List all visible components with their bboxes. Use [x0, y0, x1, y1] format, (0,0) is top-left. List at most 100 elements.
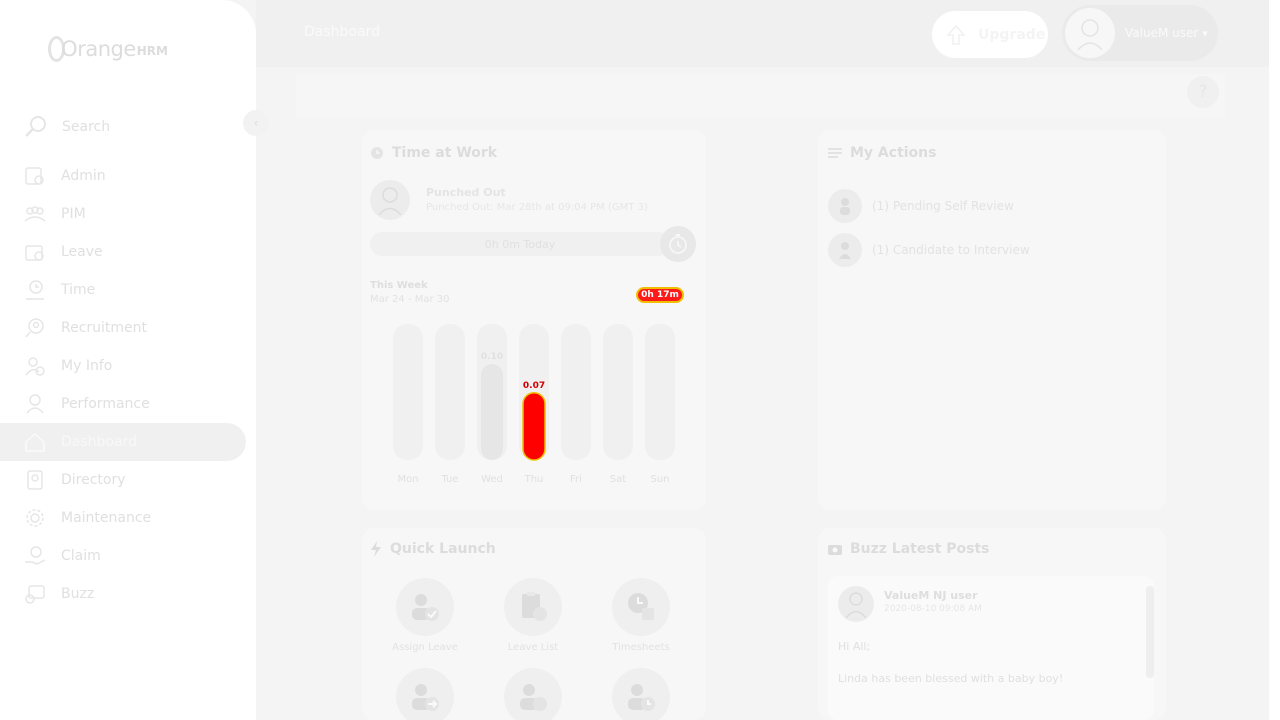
user-dropdown[interactable]: ValueM user ▾	[1062, 5, 1218, 61]
my-actions-title: My Actions	[828, 145, 936, 161]
chart-data-label: 0.10	[481, 352, 503, 362]
user-name: ValueM user	[1125, 26, 1199, 40]
quick-launch-label: Leave List	[507, 642, 559, 653]
page-gutter	[1269, 0, 1280, 720]
chart-tick-label: Wed	[481, 474, 503, 485]
quick-launch-timesheets[interactable]: Timesheets	[591, 578, 691, 653]
sidebar-item-label: Buzz	[61, 586, 95, 602]
action-label: (1) Candidate to Interview	[872, 243, 1030, 257]
sidebar-item-label: PIM	[61, 206, 86, 222]
assign-leave-icon	[396, 578, 454, 636]
chart-track	[435, 324, 465, 460]
sidebar-item-label: Leave	[61, 244, 103, 260]
chart-track	[645, 324, 675, 460]
chart-track	[561, 324, 591, 460]
chart-tick-label: Sun	[650, 474, 669, 485]
sidebar-item-pim[interactable]: PIM	[0, 195, 256, 233]
action-pending-self-review[interactable]: (1) Pending Self Review	[828, 189, 1014, 223]
sidebar-item-leave[interactable]: Leave	[0, 233, 256, 271]
chevron-left-icon: ‹	[253, 116, 259, 130]
my-timesheet-icon	[612, 668, 670, 720]
quick-launch-leave-list[interactable]: Leave List	[483, 578, 583, 653]
upgrade-button[interactable]: Upgrade	[932, 11, 1048, 58]
lightning-icon	[370, 541, 382, 557]
sidebar-item-label: Claim	[61, 548, 101, 564]
week-label: This Week	[370, 280, 428, 291]
quick-launch-label: Timesheets	[612, 642, 670, 653]
post-date: 2020-08-10 09:08 AM	[884, 604, 982, 614]
quick-launch-assign-leave[interactable]: Assign Leave	[375, 578, 475, 653]
card-title-text: Time at Work	[392, 145, 498, 161]
sidebar-nav: Admin PIM Leave Time Recruitment My Info…	[0, 157, 256, 613]
sidebar-item-my-info[interactable]: My Info	[0, 347, 256, 385]
quick-launch-my-timesheet[interactable]	[591, 668, 691, 720]
clock-icon	[370, 146, 384, 160]
buzz-title: Buzz Latest Posts	[828, 541, 990, 557]
chart-tick-label: Sat	[610, 474, 626, 485]
sidebar-item-label: My Info	[61, 358, 113, 374]
quick-launch-my-leave[interactable]	[483, 668, 583, 720]
punch-detail: Punched Out: Mar 28th at 09:04 PM (GMT 3…	[426, 202, 648, 213]
punch-in-button[interactable]	[660, 226, 696, 262]
sidebar-item-label: Time	[61, 282, 96, 298]
sidebar-item-dashboard[interactable]: Dashboard	[0, 423, 246, 461]
leave-icon	[24, 241, 46, 263]
post-text-line: Linda has been blessed with a baby boy!	[838, 672, 1064, 685]
chart-tick-label: Thu	[524, 474, 544, 485]
dashboard-icon	[24, 431, 46, 453]
camera-icon	[828, 543, 842, 555]
quick-launch-apply-leave[interactable]	[375, 668, 475, 720]
card-title-text: Quick Launch	[390, 541, 496, 557]
maintenance-icon	[24, 507, 46, 529]
pim-icon	[24, 203, 46, 225]
help-button[interactable]: ?	[1187, 76, 1219, 108]
week-range: Mar 24 - Mar 30	[370, 294, 450, 305]
buzz-scrollbar[interactable]	[1146, 586, 1154, 678]
sidebar-item-admin[interactable]: Admin	[0, 157, 256, 195]
sidebar-item-buzz[interactable]: Buzz	[0, 575, 256, 613]
action-label: (1) Pending Self Review	[872, 199, 1014, 213]
buzz-post: ValueM NJ user 2020-08-10 09:08 AM Hi Al…	[828, 576, 1154, 720]
sidebar-item-label: Dashboard	[61, 434, 137, 450]
sidebar-item-claim[interactable]: Claim	[0, 537, 256, 575]
sidebar-item-performance[interactable]: Performance	[0, 385, 256, 423]
post-author-avatar	[838, 586, 874, 622]
sidebar-item-recruitment[interactable]: Recruitment	[0, 309, 256, 347]
sidebar-item-time[interactable]: Time	[0, 271, 256, 309]
topbar: Dashboard Upgrade ValueM user ▾	[256, 0, 1269, 67]
quick-launch-label: Assign Leave	[392, 642, 458, 653]
my-actions-card	[818, 130, 1166, 510]
sub-header	[296, 74, 1226, 118]
list-icon	[828, 147, 842, 159]
logo-text: Orange	[61, 37, 136, 61]
time-at-work-title: Time at Work	[370, 145, 497, 161]
apply-leave-icon	[396, 668, 454, 720]
action-candidate-interview[interactable]: (1) Candidate to Interview	[828, 233, 1030, 267]
candidate-icon	[828, 233, 862, 267]
chart-tick-label: Mon	[397, 474, 418, 485]
recruitment-icon	[24, 317, 46, 339]
chart-tick-label: Fri	[570, 474, 582, 485]
orangehrm-logo[interactable]: Orange HRM	[48, 30, 168, 68]
sidebar-search[interactable]: Search	[24, 110, 224, 144]
post-author: ValueM NJ user	[884, 589, 978, 602]
sidebar-item-maintenance[interactable]: Maintenance	[0, 499, 256, 537]
directory-icon	[24, 469, 46, 491]
chart-data-label: 0.07	[523, 381, 545, 391]
leave-list-icon	[504, 578, 562, 636]
performance-icon	[24, 393, 46, 415]
self-review-icon	[828, 189, 862, 223]
claim-icon	[24, 545, 46, 567]
caret-down-icon: ▾	[1202, 26, 1208, 40]
post-text-line: Hi All;	[838, 640, 871, 653]
chart-track	[393, 324, 423, 460]
card-title-text: My Actions	[850, 145, 937, 161]
sidebar-item-label: Maintenance	[61, 510, 152, 526]
punch-status: Punched Out	[426, 186, 506, 199]
card-title-text: Buzz Latest Posts	[850, 541, 990, 557]
today-duration: 0h 0m Today	[370, 232, 670, 256]
upgrade-arrow-icon	[946, 24, 966, 46]
collapse-sidebar-button[interactable]: ‹	[243, 110, 269, 136]
page-title: Dashboard	[304, 24, 380, 40]
sidebar-item-directory[interactable]: Directory	[0, 461, 256, 499]
